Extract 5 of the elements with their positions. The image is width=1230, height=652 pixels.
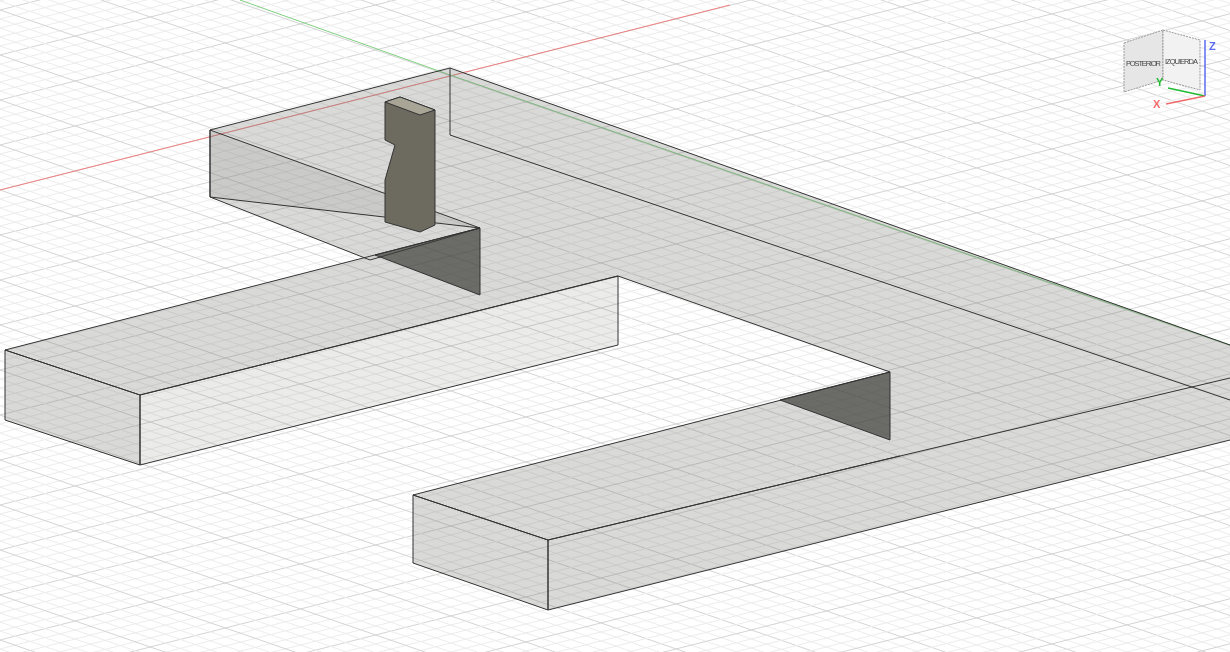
axis-label: Y — [1156, 76, 1164, 88]
axis-label: X — [1153, 98, 1161, 110]
3d-model-main-drawing[interactable] — [4, 67, 901, 611]
axis-label: Z — [1209, 40, 1216, 52]
axis-triad-icon — [1165, 39, 1206, 105]
